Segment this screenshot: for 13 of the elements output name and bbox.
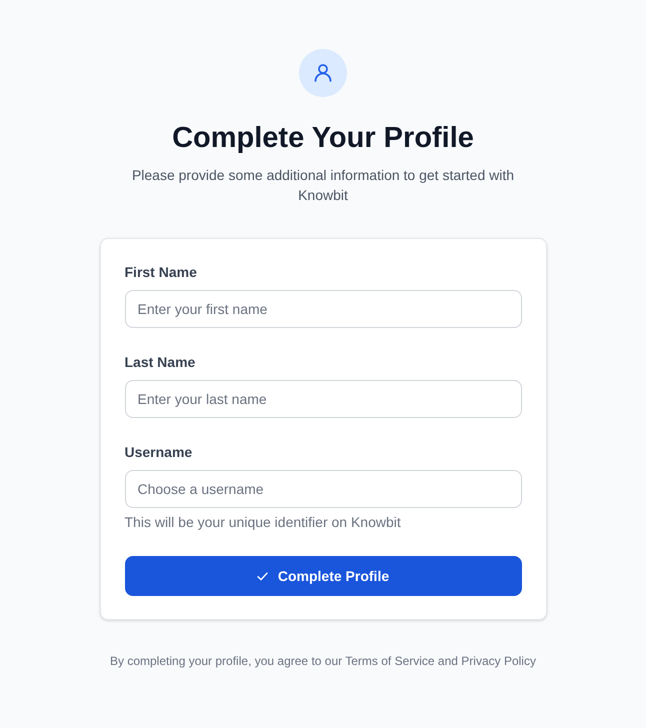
complete-profile-button[interactable]: Complete Profile: [124, 556, 522, 596]
page-subtitle: Please provide some additional information to get started with Knowbit: [130, 166, 516, 205]
user-icon: [299, 49, 347, 97]
input-field[interactable]: Enter your last name: [124, 380, 522, 418]
page-title: Complete Your Profile: [172, 121, 474, 156]
input-field[interactable]: Choose a username: [124, 470, 522, 508]
check-icon: [256, 572, 268, 580]
field-label: First Name: [124, 263, 198, 282]
field-label: Last Name: [124, 353, 196, 372]
input-field[interactable]: Enter your first name: [124, 290, 522, 328]
field-label: Username: [124, 443, 194, 462]
field-hint: This will be your unique identifier on Knowbit: [124, 513, 402, 532]
terms-notice: By completing your profile, you agree to our Terms of Service and Privacy Policy: [110, 653, 536, 669]
